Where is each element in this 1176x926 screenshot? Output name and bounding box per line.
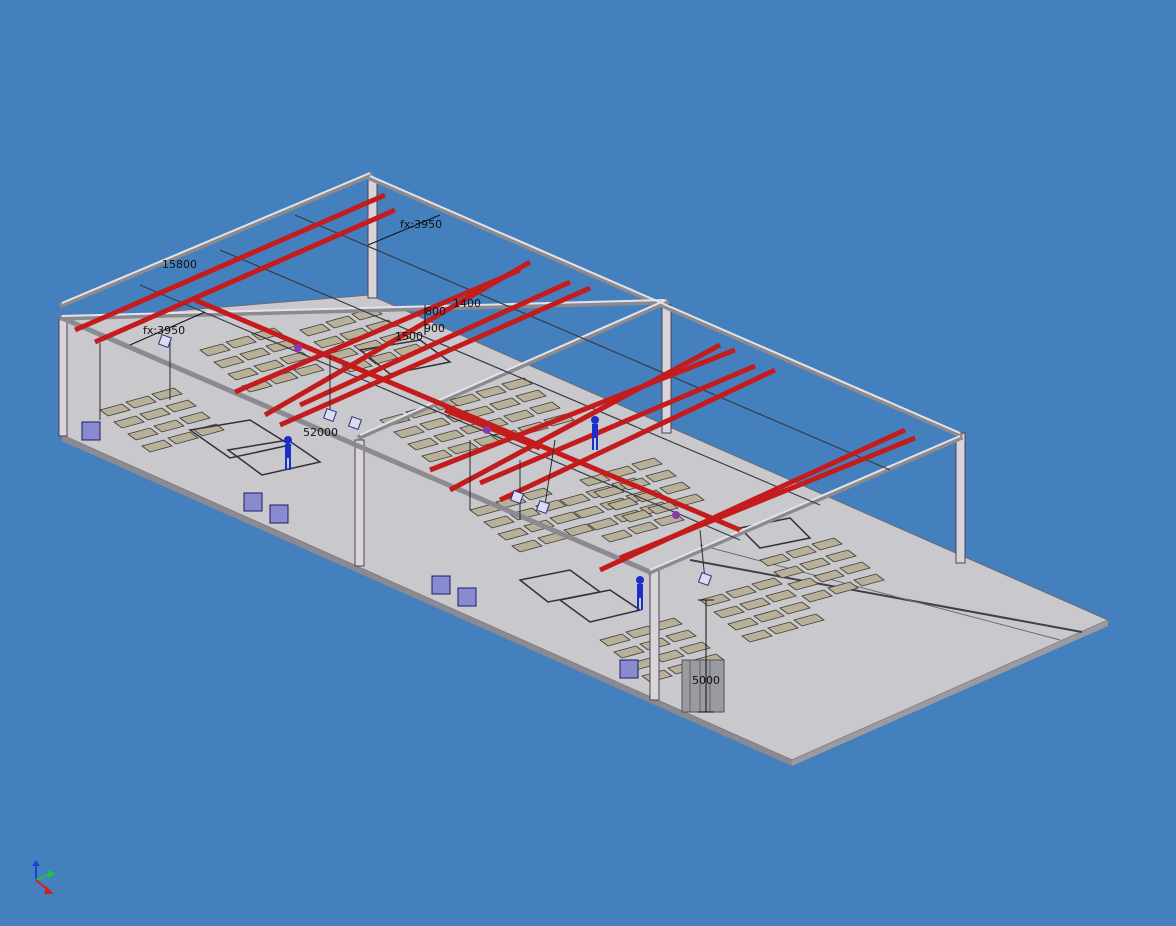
dim-height-5000: 5000 [692,674,720,687]
dim-800: 800 [425,305,446,318]
dim-900: 900 [424,322,445,335]
view-orientation-triad-icon[interactable] [32,860,56,894]
dim-52000: 52000 [303,426,338,439]
dim-length-15800: 15800 [162,258,197,271]
dim-fx-3950-right: fx:3950 [400,218,442,231]
dim-fx-3950-left: fx:3950 [143,324,185,337]
dim-1400: 1400 [453,297,481,310]
cad-scene[interactable]: 15800 fx:3950 fx:3950 1400 800 900 1500 … [0,0,1176,926]
dim-1500: 1500 [395,330,423,343]
3d-viewport[interactable]: 15800 fx:3950 fx:3950 1400 800 900 1500 … [0,0,1176,926]
